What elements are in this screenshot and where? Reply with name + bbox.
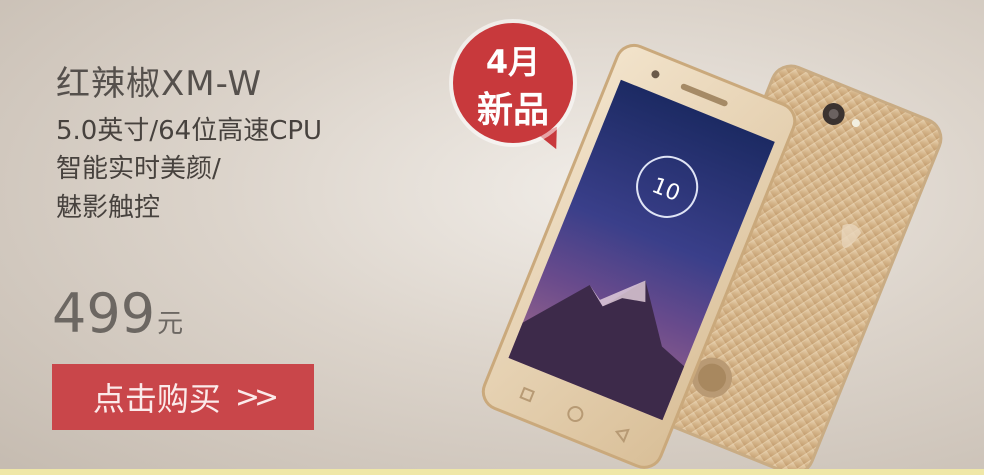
bottom-strip bbox=[0, 469, 984, 475]
buy-button[interactable]: 点击购买 >> bbox=[52, 364, 314, 430]
badge-line-1: 4月 bbox=[485, 43, 541, 81]
badge-line-2: 新品 bbox=[476, 90, 549, 131]
feature-line-2: 智能实时美颜/ bbox=[56, 154, 221, 184]
new-product-badge: 4月 新品 bbox=[453, 23, 573, 143]
price-unit: 元 bbox=[157, 309, 184, 339]
price: 499元 bbox=[52, 282, 183, 345]
feature-line-3: 魅影触控 bbox=[56, 193, 161, 223]
chevron-right-icon: >> bbox=[234, 379, 279, 415]
price-value: 499 bbox=[52, 282, 156, 345]
product-banner[interactable]: 红辣椒XM-W 5.0英寸/64位高速CPU 智能实时美颜/ 魅影触控 499元… bbox=[0, 0, 984, 475]
buy-button-label: 点击购买 bbox=[92, 380, 221, 418]
feature-line-1: 5.0英寸/64位高速CPU bbox=[56, 116, 323, 146]
product-title: 红辣椒XM-W bbox=[56, 64, 263, 104]
